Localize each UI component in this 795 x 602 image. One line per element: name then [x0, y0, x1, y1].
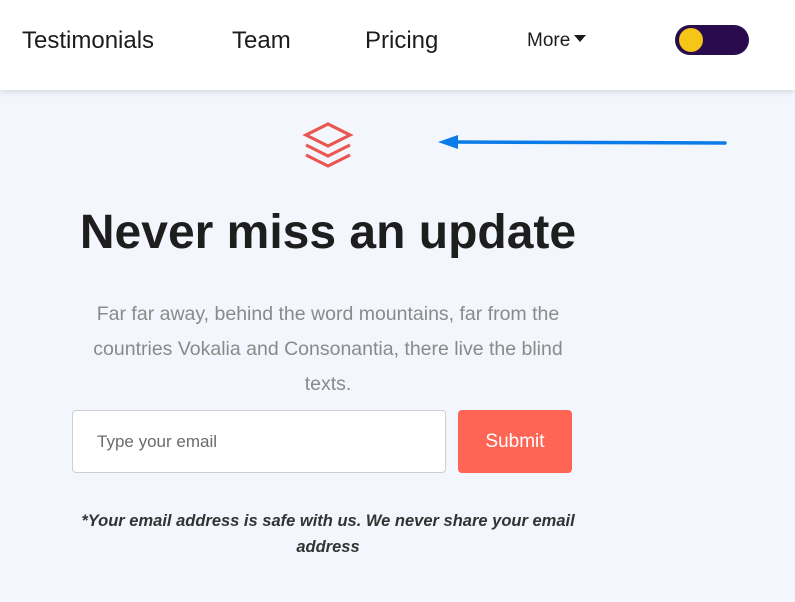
page-headline: Never miss an update [79, 206, 577, 259]
nav-link-testimonials[interactable]: Testimonials [22, 26, 154, 56]
annotation-arrow-icon [438, 135, 727, 149]
caret-down-icon [574, 35, 587, 42]
email-input[interactable] [72, 410, 446, 473]
privacy-disclaimer: *Your email address is safe with us. We … [81, 512, 575, 556]
top-navbar: Testimonials Team Pricing More [0, 0, 795, 90]
nav-link-pricing[interactable]: Pricing [365, 26, 438, 56]
layers-icon [302, 122, 354, 168]
theme-toggle[interactable] [675, 25, 749, 55]
nav-link-team[interactable]: Team [232, 26, 291, 56]
nav-more-label: More [527, 30, 571, 51]
toggle-knob [679, 28, 703, 52]
submit-button[interactable]: Submit [458, 410, 572, 473]
nav-more-dropdown[interactable]: More [527, 29, 587, 53]
hero-description: Far far away, behind the word mountains,… [93, 303, 563, 395]
